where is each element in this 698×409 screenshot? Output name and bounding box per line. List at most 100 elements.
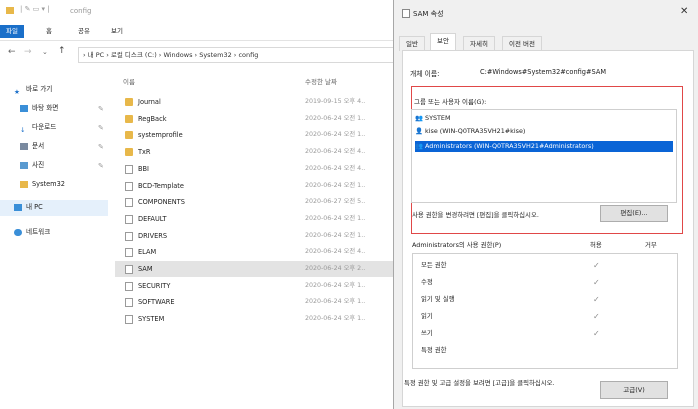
file-row[interactable]: systemprofile 2020-06-24 오전 1.. xyxy=(115,127,394,143)
folder-icon xyxy=(125,131,133,140)
change-permissions-hint: 사용 권한을 변경하려면 [편집]을 클릭하십시오. xyxy=(412,211,539,219)
pictures-icon xyxy=(20,161,28,169)
nav-label: 바로 가기 xyxy=(26,85,53,93)
nav-item-network[interactable]: 네트워크 xyxy=(14,226,50,239)
file-icon xyxy=(125,248,133,258)
permissions-label: Administrators의 사용 권한(P) xyxy=(412,241,502,249)
file-row[interactable]: COMPONENTS 2020-06-27 오전 5.. xyxy=(115,194,394,210)
pin-icon: ✎ xyxy=(98,143,104,151)
ribbon-tab-file[interactable]: 파일 xyxy=(0,25,24,38)
nav-label: 문서 xyxy=(32,142,45,150)
permission-row: 읽기 및 실행 xyxy=(421,292,454,307)
user-item-system[interactable]: 👥 SYSTEM xyxy=(415,113,451,124)
file-row[interactable]: BBI 2020-06-24 오전 4.. xyxy=(115,161,394,177)
file-name: BCD-Template xyxy=(138,181,184,190)
column-header-name[interactable]: 이름 xyxy=(123,76,135,86)
permission-row: 모든 권한 xyxy=(421,258,447,273)
file-icon xyxy=(125,214,133,224)
file-icon xyxy=(125,298,133,308)
nav-item-system32[interactable]: System32 xyxy=(20,178,65,191)
tab-general[interactable]: 일반 xyxy=(399,36,425,51)
file-date: 2020-06-24 오전 1.. xyxy=(305,131,366,139)
ribbon-tab-share[interactable]: 공유 xyxy=(72,25,96,38)
file-icon xyxy=(125,265,133,274)
nav-item-documents[interactable]: 문서 xyxy=(20,140,44,153)
tab-previous-versions[interactable]: 이전 버전 xyxy=(502,36,542,51)
address-box[interactable]: › 내 PC › 로컬 디스크 (C:) › Windows › System3… xyxy=(78,47,394,63)
user-item-administrators[interactable]: 👥 Administrators (WIN-Q0TRA35VH21#Admini… xyxy=(415,141,673,152)
nav-label: 사진 xyxy=(32,161,45,169)
file-date: 2020-06-24 오후 1.. xyxy=(305,281,366,289)
pc-icon xyxy=(14,203,22,211)
download-icon: ↓ xyxy=(20,125,26,134)
properties-dialog: SAM 속성 ✕ 일반 보안 자세히 이전 버전 개체 이름: C:#Windo… xyxy=(393,0,698,409)
user-label: Administrators (WIN-Q0TRA35VH21#Administ… xyxy=(425,142,594,150)
file-date: 2020-06-24 오전 4.. xyxy=(305,248,366,256)
edit-button[interactable]: 편집(E)... xyxy=(600,205,668,222)
documents-icon xyxy=(20,142,28,150)
up-arrow-icon[interactable]: ↑ xyxy=(58,46,66,56)
star-icon: ★ xyxy=(14,87,20,96)
nav-item-downloads[interactable]: ↓ 다운로드 xyxy=(20,121,56,134)
object-name-label: 개체 이름: xyxy=(410,70,440,78)
file-row[interactable]: RegBack 2020-06-24 오전 1.. xyxy=(115,111,394,127)
file-date: 2020-06-24 오전 1.. xyxy=(305,214,366,222)
user-group-icon: 👥 xyxy=(415,142,423,150)
nav-item-quick-access[interactable]: ★ 바로 가기 xyxy=(14,83,52,96)
file-date: 2020-06-24 오전 1.. xyxy=(305,114,366,122)
permission-label: 특정 권한 xyxy=(421,346,447,354)
pin-icon: ✎ xyxy=(98,105,104,113)
network-icon xyxy=(14,228,22,236)
quick-access-toolbar[interactable]: | ✎ ▭ ▾ | xyxy=(20,5,50,13)
file-date: 2020-06-24 오전 4.. xyxy=(305,148,366,156)
file-name: SECURITY xyxy=(138,281,171,290)
permission-label: 읽기 xyxy=(421,312,433,320)
advanced-button[interactable]: 고급(V) xyxy=(600,381,668,399)
folder-icon xyxy=(125,114,133,123)
file-icon xyxy=(125,281,133,291)
file-row[interactable]: DEFAULT 2020-06-24 오전 1.. xyxy=(115,211,394,227)
file-row[interactable]: ELAM 2020-06-24 오전 4.. xyxy=(115,244,394,260)
dialog-title: SAM 속성 xyxy=(413,10,444,18)
back-arrow-icon[interactable]: ← xyxy=(8,47,16,57)
file-row[interactable]: DRIVERS 2020-06-24 오전 1.. xyxy=(115,228,394,244)
user-icon: 👤 xyxy=(415,127,423,135)
file-row[interactable]: SECURITY 2020-06-24 오후 1.. xyxy=(115,278,394,294)
nav-item-pictures[interactable]: 사진 xyxy=(20,159,44,172)
file-row[interactable]: TxR 2020-06-24 오전 4.. xyxy=(115,144,394,160)
file-row[interactable]: Journal 2019-09-15 오후 4.. xyxy=(115,94,394,110)
forward-arrow-icon[interactable]: → xyxy=(24,47,32,57)
file-row[interactable]: SOFTWARE 2020-06-24 오후 1.. xyxy=(115,294,394,310)
user-item-kise[interactable]: 👤 kise (WIN-Q0TRA35VH21#kise) xyxy=(415,126,525,137)
file-date: 2020-06-24 오후 1.. xyxy=(305,315,366,323)
users-list[interactable]: 👥 SYSTEM 👤 kise (WIN-Q0TRA35VH21#kise) 👥… xyxy=(411,109,677,203)
file-name: ELAM xyxy=(138,248,157,257)
close-icon[interactable]: ✕ xyxy=(680,6,688,17)
file-name: DRIVERS xyxy=(138,231,168,240)
ribbon-tab-home[interactable]: 홈 xyxy=(40,25,58,38)
user-group-icon: 👥 xyxy=(415,114,423,122)
chevron-down-icon[interactable]: ⌄ xyxy=(42,48,48,56)
permission-label: 쓰기 xyxy=(421,329,433,337)
permission-row: 특정 권한 xyxy=(421,343,447,358)
nav-label: System32 xyxy=(32,180,65,188)
file-icon xyxy=(402,9,410,18)
file-row[interactable]: BCD-Template 2020-06-24 오전 1.. xyxy=(115,178,394,194)
file-name: systemprofile xyxy=(138,131,183,140)
ribbon-tab-view[interactable]: 보기 xyxy=(105,25,129,38)
nav-label: 네트워크 xyxy=(26,228,51,236)
nav-item-desktop[interactable]: 바탕 화면 xyxy=(20,102,58,115)
column-header-date[interactable]: 수정한 날짜 xyxy=(305,76,337,86)
pin-icon: ✎ xyxy=(98,124,104,132)
tab-security[interactable]: 보안 xyxy=(430,33,456,51)
permissions-list[interactable]: 모든 권한 ✓ 수정 ✓ 읽기 및 실행 ✓ 읽기 ✓ 쓰기 ✓ 특정 권한 xyxy=(412,253,678,369)
file-row[interactable]: SAM 2020-06-24 오후 2.. xyxy=(115,261,394,277)
nav-item-this-pc[interactable]: 내 PC xyxy=(14,201,43,214)
file-row[interactable]: SYSTEM 2020-06-24 오후 1.. xyxy=(115,311,394,327)
ribbon: 파일 홈 공유 보기 xyxy=(0,22,394,41)
file-name: DEFAULT xyxy=(138,214,167,223)
nav-label: 내 PC xyxy=(26,203,43,211)
tab-details[interactable]: 자세히 xyxy=(463,36,495,51)
permission-row: 수정 xyxy=(421,275,433,290)
breadcrumb: › 내 PC › 로컬 디스크 (C:) › Windows › System3… xyxy=(83,51,259,59)
